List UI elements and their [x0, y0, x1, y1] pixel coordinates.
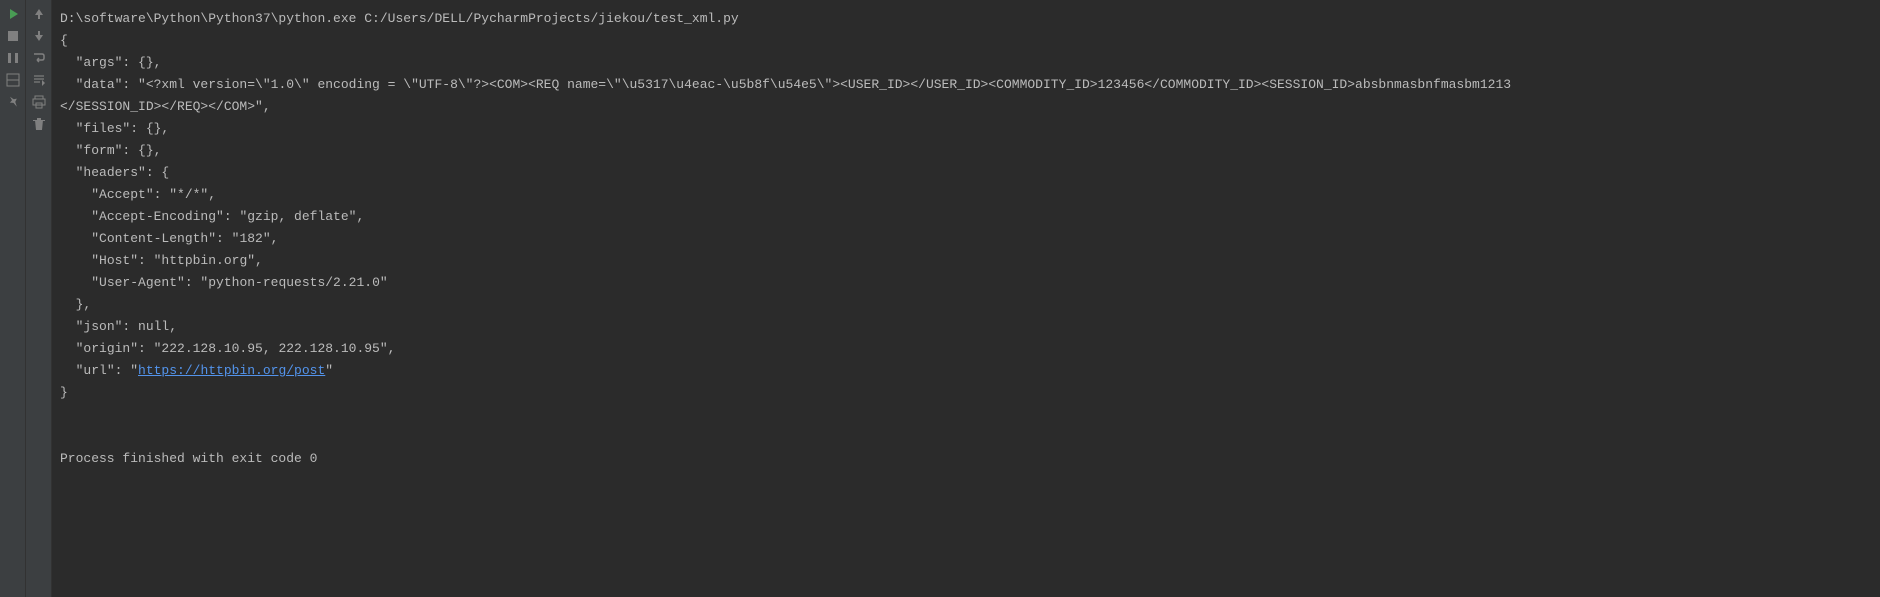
output-line: }: [60, 382, 1876, 404]
output-line: "User-Agent": "python-requests/2.21.0": [60, 272, 1876, 294]
output-line: "form": {},: [60, 140, 1876, 162]
output-line: },: [60, 294, 1876, 316]
trash-icon[interactable]: [31, 116, 47, 132]
output-line: "args": {},: [60, 52, 1876, 74]
toolbar-second: [26, 0, 52, 597]
output-line: "origin": "222.128.10.95, 222.128.10.95"…: [60, 338, 1876, 360]
output-line: "Host": "httpbin.org",: [60, 250, 1876, 272]
command-line: D:\software\Python\Python37\python.exe C…: [60, 8, 1876, 30]
layout-icon[interactable]: [5, 72, 21, 88]
print-icon[interactable]: [31, 94, 47, 110]
output-line: "url": "https://httpbin.org/post": [60, 360, 1876, 382]
pin-icon[interactable]: [5, 94, 21, 110]
rerun-icon[interactable]: [5, 6, 21, 22]
output-line: "data": "<?xml version=\"1.0\" encoding …: [60, 74, 1876, 96]
output-line: "files": {},: [60, 118, 1876, 140]
pause-icon[interactable]: [5, 50, 21, 66]
output-line: "headers": {: [60, 162, 1876, 184]
up-arrow-icon[interactable]: [31, 6, 47, 22]
output-line: "Accept-Encoding": "gzip, deflate",: [60, 206, 1876, 228]
scroll-to-end-icon[interactable]: [31, 72, 47, 88]
exit-message: Process finished with exit code 0: [60, 448, 1876, 470]
output-line: </SESSION_ID></REQ></COM>",: [60, 96, 1876, 118]
output-line: {: [60, 30, 1876, 52]
output-line: "Accept": "*/*",: [60, 184, 1876, 206]
soft-wrap-icon[interactable]: [31, 50, 47, 66]
output-line: "json": null,: [60, 316, 1876, 338]
output-line: "Content-Length": "182",: [60, 228, 1876, 250]
console-output[interactable]: D:\software\Python\Python37\python.exe C…: [52, 0, 1880, 597]
toolbar-left: [0, 0, 26, 597]
run-tool-window: D:\software\Python\Python37\python.exe C…: [0, 0, 1880, 597]
url-link[interactable]: https://httpbin.org/post: [138, 363, 325, 378]
stop-icon[interactable]: [5, 28, 21, 44]
down-arrow-icon[interactable]: [31, 28, 47, 44]
